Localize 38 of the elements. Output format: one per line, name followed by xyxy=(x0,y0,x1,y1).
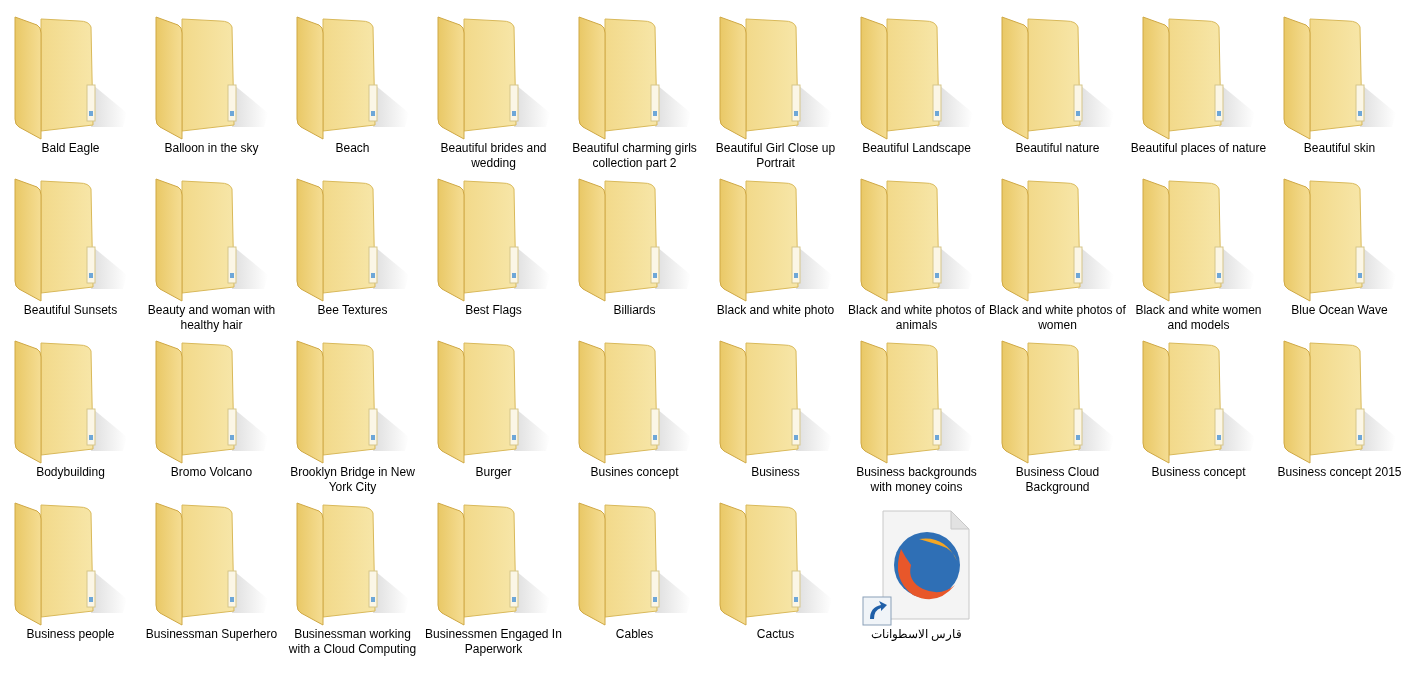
file-name-label: Beauty and woman with healthy hair xyxy=(146,303,277,333)
file-name-label: Billiards xyxy=(613,303,656,318)
file-name-label: Brooklyn Bridge in New York City xyxy=(289,465,416,495)
file-name-label: Bromo Volcano xyxy=(170,465,253,480)
file-name-label: Beautiful charming girls collection part 2 xyxy=(571,141,698,171)
file-name-label: Businessman Superhero xyxy=(145,627,278,642)
file-name-label: Blue Ocean Wave xyxy=(1291,303,1388,318)
file-name-label: Black and white photo xyxy=(716,303,835,318)
file-name-label: Black and white photos of animals xyxy=(847,303,986,333)
file-name-label: Black and white women and models xyxy=(1134,303,1263,333)
file-name-label: Cactus xyxy=(756,627,795,642)
file-name-label: Black and white photos of women xyxy=(988,303,1127,333)
file-name-label: Bodybuilding xyxy=(36,465,105,480)
shortcut-file-icon xyxy=(860,509,973,627)
file-name-label: Beach xyxy=(335,141,370,156)
file-name-label: Bald Eagle xyxy=(41,141,100,156)
file-name-label: Burger xyxy=(475,465,512,480)
file-name-label: Beautiful Landscape xyxy=(862,141,971,156)
file-name-label: Business concept xyxy=(1151,465,1246,480)
file-name-label: Beautiful skin xyxy=(1303,141,1376,156)
file-name-label: Best Flags xyxy=(465,303,522,318)
file-name-label: Bee Textures xyxy=(317,303,388,318)
file-name-label: Beautiful places of nature xyxy=(1130,141,1267,156)
file-name-label: Business concept 2015 xyxy=(1277,465,1402,480)
file-name-label: Business Cloud Background xyxy=(1014,465,1101,495)
file-name-label: Business xyxy=(751,465,800,480)
file-name-label: قارس الاسطوانات xyxy=(870,627,963,642)
file-name-label: Beautiful brides and wedding xyxy=(439,141,548,171)
file-name-label: Beautiful nature xyxy=(1015,141,1100,156)
file-name-label: Cables xyxy=(615,627,654,642)
file-name-label: Businessmen Engaged In Paperwork xyxy=(424,627,563,657)
file-name-label: Beautiful Girl Close up Portrait xyxy=(714,141,837,171)
file-name-label: Balloon in the sky xyxy=(164,141,259,156)
file-name-label: Business people xyxy=(26,627,115,642)
file-name-label: Businessman working with a Cloud Computing xyxy=(287,627,418,657)
file-name-label: Busines concept xyxy=(590,465,679,480)
file-name-label: Business backgrounds with money coins xyxy=(855,465,978,495)
file-name-label: Beautiful Sunsets xyxy=(23,303,118,318)
